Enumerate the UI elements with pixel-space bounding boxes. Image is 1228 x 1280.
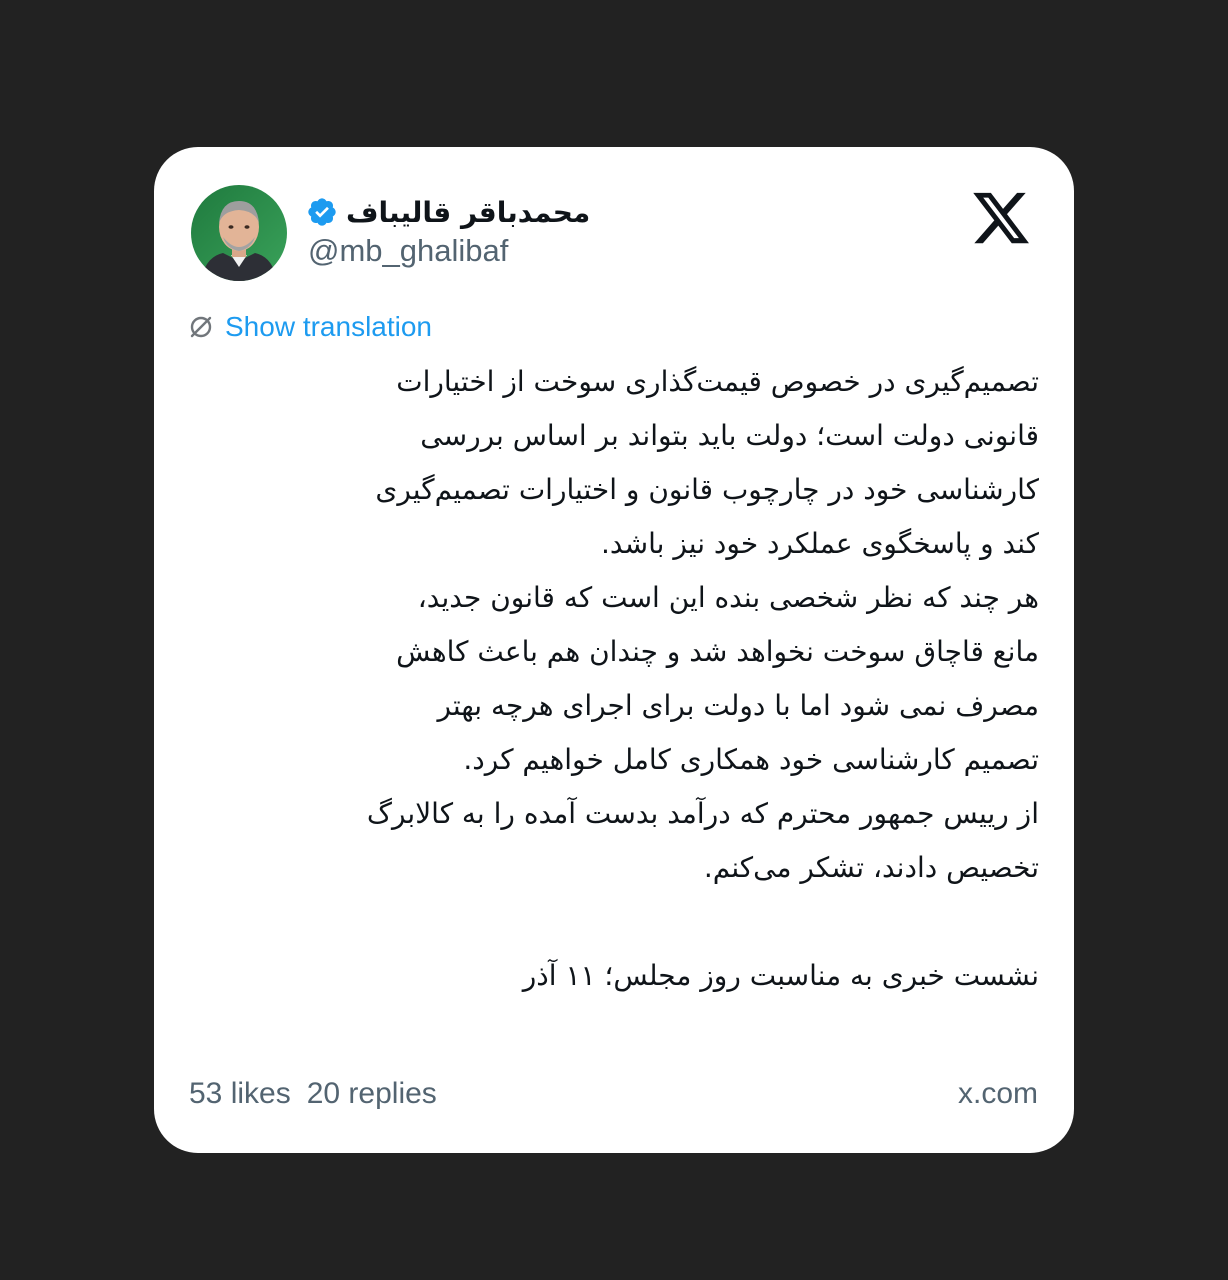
- tweet-line: تصمیم کارشناسی خود همکاری کامل خواهیم کر…: [463, 743, 1039, 776]
- tweet-line: کند و پاسخگوی عملکرد خود نیز باشد.: [601, 527, 1039, 560]
- translate-icon: [190, 316, 212, 338]
- replies-count[interactable]: 20 replies: [307, 1077, 437, 1111]
- tweet-line: هر چند که نظر شخصی بنده این است که قانون…: [417, 581, 1039, 614]
- avatar[interactable]: [191, 185, 287, 281]
- tweet-stats: 53 likes 20 replies: [189, 1077, 437, 1111]
- likes-count[interactable]: 53 likes: [189, 1077, 291, 1111]
- tweet-line: مصرف نمی شود اما با دولت برای اجرای هرچه…: [437, 689, 1039, 722]
- profile-photo-icon: [191, 185, 287, 281]
- tweet-card: محمدباقر قالیباف @mb_ghalibaf Show trans…: [154, 147, 1074, 1153]
- tweet-line: از رییس جمهور محترم که درآمد بدست آمده ر…: [366, 797, 1039, 830]
- tweet-line: مانع قاچاق سوخت نخواهد شد و چندان هم باع…: [396, 635, 1039, 668]
- tweet-line: قانونی دولت است؛ دولت باید بتواند بر اسا…: [420, 419, 1039, 452]
- author-name-text: محمدباقر قالیباف: [346, 195, 591, 229]
- tweet-line: نشست خبری به مناسبت روز مجلس؛ ۱۱ آذر: [522, 959, 1039, 992]
- source-link[interactable]: x.com: [958, 1077, 1038, 1111]
- tweet-line: تصمیم‌گیری در خصوص قیمت‌گذاری سوخت از اخ…: [396, 365, 1039, 398]
- tweet-line: کارشناسی خود در چارچوب قانون و اختیارات …: [375, 473, 1039, 506]
- x-logo-icon: [973, 192, 1029, 244]
- show-translation-label: Show translation: [225, 311, 433, 342]
- show-translation-button[interactable]: Show translation: [187, 311, 432, 343]
- author-name[interactable]: محمدباقر قالیباف: [306, 189, 604, 235]
- tweet-line: تخصیص دادند، تشکر می‌کنم.: [703, 851, 1039, 884]
- author-handle[interactable]: @mb_ghalibaf: [308, 233, 508, 269]
- tweet-paragraph-gap: [194, 895, 1039, 949]
- verified-badge-icon: [308, 198, 336, 226]
- tweet-text: تصمیم‌گیری در خصوص قیمت‌گذاری سوخت از اخ…: [194, 355, 1039, 1003]
